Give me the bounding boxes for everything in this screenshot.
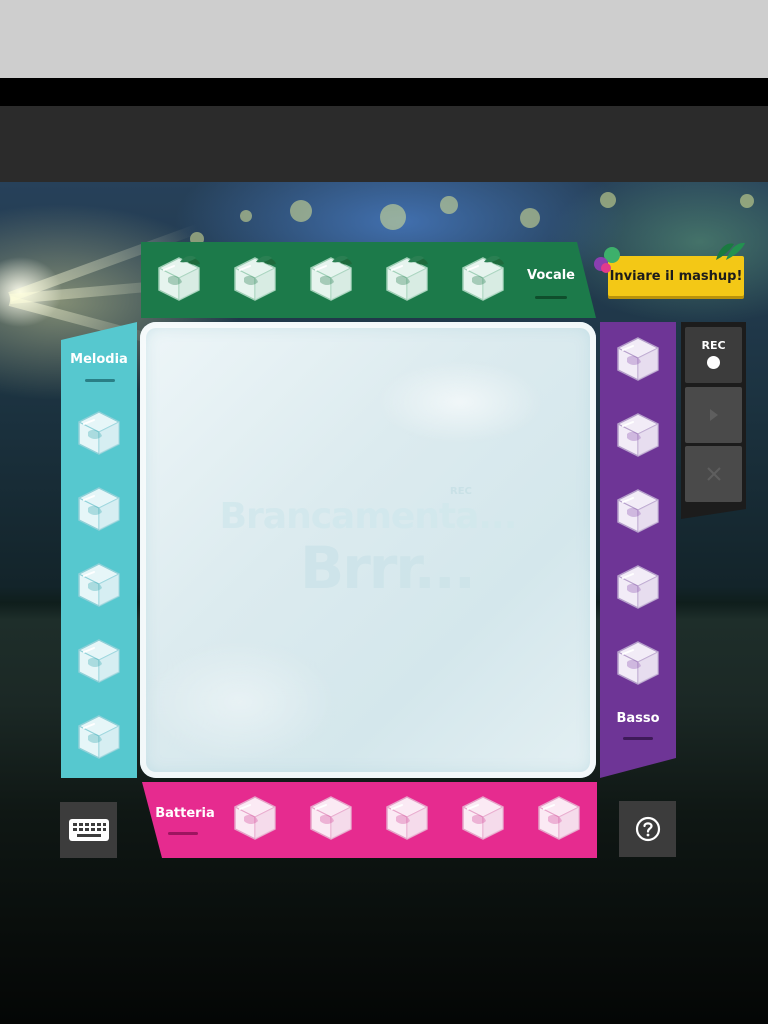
keyboard-icon — [69, 819, 109, 841]
batteria-sound-cube[interactable] — [534, 793, 584, 843]
close-icon — [707, 467, 721, 481]
top-gray-bar — [0, 0, 768, 78]
bokeh-light — [600, 192, 616, 208]
vocale-panel: Vocale — [141, 242, 596, 318]
basso-sound-cube[interactable] — [613, 638, 663, 688]
ice-cube-icon — [78, 487, 120, 531]
bokeh-light — [290, 200, 312, 222]
basso-sound-cube[interactable] — [613, 410, 663, 460]
ice-cube-icon — [78, 639, 120, 683]
batteria-label: Batteria — [155, 806, 215, 821]
ice-cube-icon — [78, 411, 120, 455]
basso-sound-cube[interactable] — [613, 486, 663, 536]
batteria-panel: Batteria — [142, 782, 597, 858]
batteria-indicator — [168, 832, 198, 835]
ice-cube-icon — [617, 337, 659, 381]
ice-cube-icon — [617, 489, 659, 533]
basso-sound-cube[interactable] — [613, 562, 663, 612]
stage-title: Brancamenta... — [219, 496, 518, 537]
batteria-sound-cube[interactable] — [230, 793, 280, 843]
record-dot-icon — [707, 356, 720, 369]
ice-cube-icon — [386, 255, 428, 301]
vocale-indicator — [535, 296, 567, 299]
ice-cube-icon — [78, 715, 120, 759]
melodia-label: Melodia — [70, 352, 128, 367]
play-button[interactable] — [685, 387, 742, 443]
ice-cube-icon — [617, 413, 659, 457]
ice-cube-icon — [462, 255, 504, 301]
vocale-sound-cube[interactable] — [382, 254, 432, 304]
ice-cube-icon — [386, 796, 428, 840]
vocale-sound-cube[interactable] — [154, 254, 204, 304]
bokeh-light — [440, 196, 458, 214]
vocale-label: Vocale — [526, 268, 576, 283]
batteria-sound-cube[interactable] — [382, 793, 432, 843]
ice-cube-icon — [78, 563, 120, 607]
rec-label: REC — [701, 339, 726, 352]
black-strip — [0, 78, 768, 106]
ice-cube-icon — [617, 565, 659, 609]
help-button[interactable] — [619, 801, 676, 857]
ice-cube-icon — [538, 796, 580, 840]
header-bar — [0, 106, 768, 182]
melodia-indicator — [85, 379, 115, 382]
send-mashup-label: Inviare il mashup! — [609, 268, 743, 284]
ice-cube-icon — [234, 796, 276, 840]
basso-label: Basso — [616, 711, 660, 726]
ice-cube-icon — [462, 796, 504, 840]
basso-panel: Basso — [600, 322, 676, 778]
ice-cube-icon — [234, 255, 276, 301]
ice-cube-icon — [310, 796, 352, 840]
melodia-sound-cube[interactable] — [74, 560, 124, 610]
clear-button[interactable] — [685, 446, 742, 502]
gems-icon — [592, 246, 622, 274]
bokeh-light — [240, 210, 252, 222]
batteria-sound-cube[interactable] — [306, 793, 356, 843]
basso-indicator — [623, 737, 653, 740]
vocale-sound-cube[interactable] — [458, 254, 508, 304]
melodia-sound-cube[interactable] — [74, 408, 124, 458]
vocale-sound-cube[interactable] — [230, 254, 280, 304]
rec-button[interactable]: REC — [685, 327, 742, 383]
melodia-sound-cube[interactable] — [74, 636, 124, 686]
melodia-sound-cube[interactable] — [74, 484, 124, 534]
basso-sound-cube[interactable] — [613, 334, 663, 384]
melodia-sound-cube[interactable] — [74, 712, 124, 762]
bokeh-light — [520, 208, 540, 228]
mint-leaves-icon — [714, 240, 746, 262]
help-icon — [635, 816, 661, 842]
play-icon — [710, 409, 718, 421]
bokeh-light — [380, 204, 406, 230]
bokeh-light — [740, 194, 754, 208]
keyboard-button[interactable] — [60, 802, 117, 858]
batteria-sound-cube[interactable] — [458, 793, 508, 843]
vocale-sound-cube[interactable] — [306, 254, 356, 304]
ice-cube-icon — [310, 255, 352, 301]
melodia-panel: Melodia — [61, 322, 137, 778]
stage-subtitle: Brrr... — [300, 534, 476, 602]
ice-cube-icon — [617, 641, 659, 685]
ice-stage[interactable]: REC Brancamenta... Brrr... — [140, 322, 596, 778]
ice-cube-icon — [158, 255, 200, 301]
